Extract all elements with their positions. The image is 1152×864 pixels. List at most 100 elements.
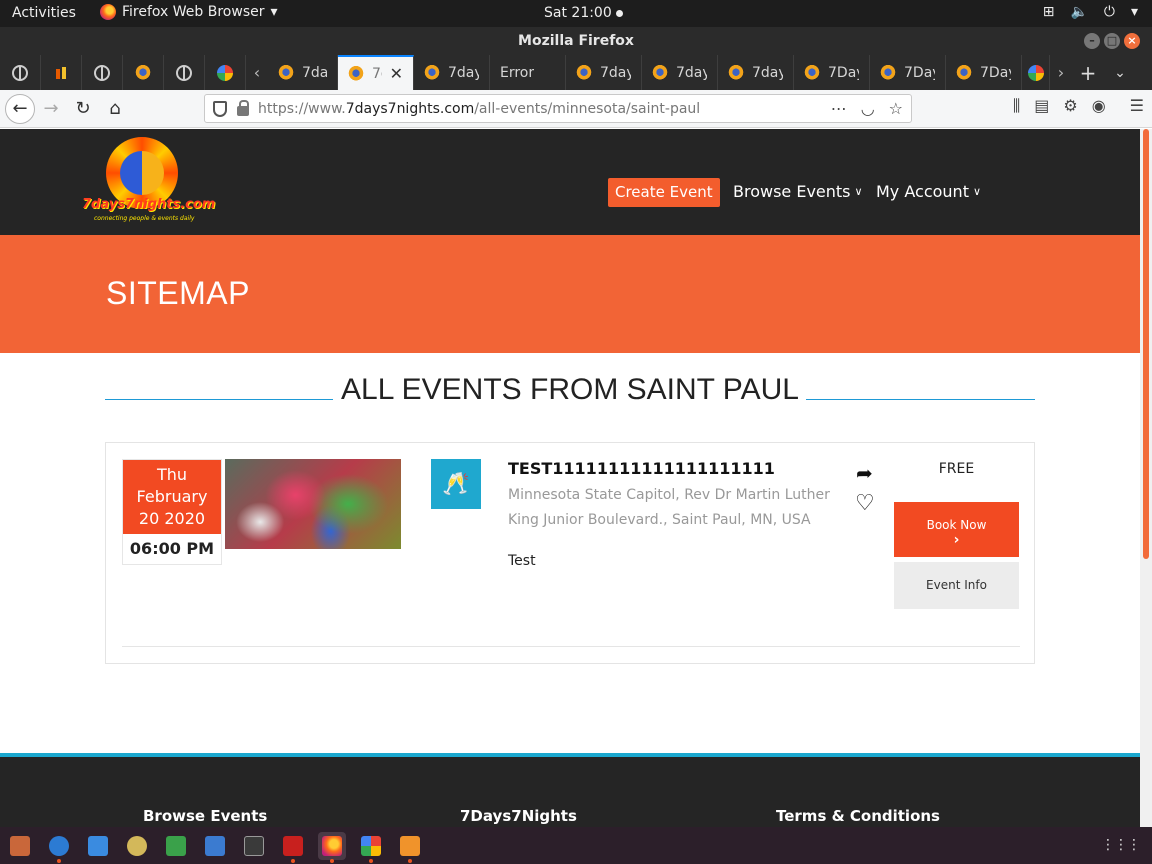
sublime-app-button[interactable]	[396, 832, 424, 863]
tab-pinned-3[interactable]	[82, 55, 123, 90]
tab-7days[interactable]: 7Day	[946, 55, 1022, 90]
sidebar-icon[interactable]: ▤	[1034, 96, 1049, 116]
chevron-down-icon[interactable]: ▾	[1131, 4, 1138, 20]
forward-button[interactable]: →	[35, 93, 67, 125]
tab-pinned-6[interactable]	[205, 55, 246, 90]
tab-active[interactable]: 7d ✕	[338, 55, 414, 90]
share-icon[interactable]: ➦	[856, 461, 873, 485]
show-applications-icon[interactable]: ⋮⋮⋮	[1101, 837, 1141, 853]
event-time: 06:00 PM	[129, 539, 215, 558]
tab-7days[interactable]: 7day	[268, 55, 338, 90]
maximize-button[interactable]: □	[1104, 33, 1120, 49]
tab-7days[interactable]: 7Day	[870, 55, 946, 90]
footer-7days7nights[interactable]: 7Days7Nights	[460, 807, 577, 825]
bookmark-star-icon[interactable]: ☆	[889, 99, 903, 118]
spreadsheet-app-button[interactable]	[162, 832, 190, 860]
network-icon[interactable]: ⊞	[1043, 4, 1055, 20]
system-tray[interactable]: ⊞ 🔈 ⏻ ▾	[1043, 4, 1138, 20]
volume-icon[interactable]: 🔈	[1070, 4, 1087, 20]
close-window-button[interactable]: ×	[1124, 33, 1140, 49]
thunderbird-icon	[49, 835, 69, 856]
tab-label: Error	[500, 64, 535, 81]
page-actions-menu-icon[interactable]: ⋯	[831, 99, 847, 118]
tab-pinned-5[interactable]	[164, 55, 205, 90]
home-button[interactable]: ⌂	[99, 93, 131, 125]
tab-7days[interactable]: 7day	[642, 55, 718, 90]
site-logo[interactable]: 7days7nights.com connecting people & eve…	[82, 137, 215, 223]
gimp-app-button[interactable]	[123, 832, 151, 860]
clock-text: Sat 21:00	[544, 5, 612, 21]
tab-scroll-right-button[interactable]: ›	[1050, 55, 1072, 90]
pocket-icon[interactable]: ◡	[861, 99, 875, 118]
tab-error[interactable]: Error	[490, 55, 566, 90]
account-icon[interactable]: ◉	[1092, 96, 1106, 116]
page-actions: ⋯ ◡ ☆	[831, 99, 903, 118]
event-title[interactable]: TEST11111111111111111111	[508, 459, 775, 478]
activities-button[interactable]: Activities	[12, 5, 76, 21]
power-icon[interactable]: ⏻	[1104, 4, 1115, 20]
tab-7days[interactable]: 7day	[566, 55, 642, 90]
firefox-app-button[interactable]	[318, 831, 346, 863]
tab-google[interactable]	[1022, 55, 1050, 90]
thunderbird-app-button[interactable]	[45, 832, 73, 863]
url-text[interactable]: https://www.7days7nights.com/all-events/…	[258, 101, 700, 117]
chevron-down-icon: ∨	[854, 185, 863, 198]
7days-icon	[424, 64, 440, 81]
my-account-menu[interactable]: My Account ∨	[876, 182, 981, 201]
hamburger-menu-icon[interactable]: ☰	[1130, 96, 1144, 116]
tab-list-button[interactable]: ⌄	[1104, 55, 1136, 90]
book-now-button[interactable]: Book Now ›	[894, 502, 1019, 557]
tab-pinned-2[interactable]	[41, 55, 82, 90]
close-tab-icon[interactable]: ✕	[390, 64, 403, 83]
url-path: /all-events/minnesota/saint-paul	[474, 100, 701, 117]
event-info-button[interactable]: Event Info	[894, 562, 1019, 609]
tab-label: 7Day	[828, 64, 859, 81]
globe-icon	[94, 64, 110, 81]
window-controls: – □ ×	[1084, 33, 1140, 49]
files-app-button[interactable]	[6, 832, 34, 860]
tab-pinned-1[interactable]	[0, 55, 41, 90]
footer-browse-events[interactable]: Browse Events	[143, 807, 267, 825]
window-title: Mozilla Firefox	[518, 33, 634, 49]
tab-label: 7d	[372, 65, 382, 82]
clock[interactable]: Sat 21:00	[544, 5, 623, 21]
7days-icon	[728, 64, 744, 81]
chrome-app-button[interactable]	[357, 832, 385, 863]
terminal-app-button[interactable]	[240, 832, 268, 860]
extension-icon[interactable]: ⚙	[1063, 96, 1077, 116]
event-description: Test	[508, 553, 536, 569]
event-image[interactable]	[225, 459, 401, 549]
dolphin-app-button[interactable]	[84, 832, 112, 860]
favorite-heart-icon[interactable]: ♡	[855, 491, 875, 516]
page-scrollbar[interactable]	[1140, 129, 1152, 827]
chevron-down-icon: ▾	[270, 4, 278, 20]
create-event-button[interactable]: Create Event	[608, 178, 720, 207]
footer-terms[interactable]: Terms & Conditions	[776, 807, 940, 825]
sublime-icon	[400, 835, 420, 856]
tracking-protection-icon[interactable]	[213, 100, 227, 117]
app-menu[interactable]: Firefox Web Browser ▾	[100, 4, 278, 20]
url-scheme: https://www.	[258, 100, 346, 117]
document-app-button[interactable]	[201, 832, 229, 860]
tab-7days[interactable]: 7day	[414, 55, 490, 90]
tab-pinned-4[interactable]	[123, 55, 164, 90]
event-address: Minnesota State Capitol, Rev Dr Martin L…	[508, 487, 830, 528]
scrollbar-thumb[interactable]	[1143, 129, 1149, 559]
back-button[interactable]: ←	[5, 93, 35, 124]
tab-scroll-left-button[interactable]: ‹	[246, 55, 268, 90]
url-bar[interactable]: https://www.7days7nights.com/all-events/…	[204, 94, 912, 123]
filezilla-app-button[interactable]	[279, 832, 307, 863]
event-day-year: 20 2020	[138, 509, 206, 528]
minimize-button[interactable]: –	[1084, 33, 1100, 49]
7days-icon	[880, 64, 896, 81]
my-account-label: My Account	[876, 182, 969, 201]
tab-7days[interactable]: 7day	[718, 55, 794, 90]
running-indicator	[369, 858, 373, 863]
reload-button[interactable]: ↻	[67, 93, 99, 125]
globe-icon	[176, 64, 192, 81]
tab-7days[interactable]: 7Day	[794, 55, 870, 90]
lock-icon[interactable]	[237, 99, 249, 116]
library-icon[interactable]: ⫼	[1013, 96, 1020, 116]
new-tab-button[interactable]: +	[1072, 55, 1104, 90]
browse-events-menu[interactable]: Browse Events ∨	[733, 182, 863, 201]
